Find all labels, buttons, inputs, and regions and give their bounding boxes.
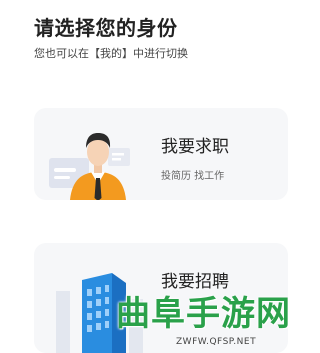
job-seeker-description: 投简历 找工作 (161, 171, 225, 182)
page-subtitle: 您也可以在【我的】中进行切换 (34, 47, 188, 60)
job-seeker-card[interactable]: 我要求职 投简历 找工作 (34, 108, 288, 200)
job-seeker-illustration (49, 133, 130, 200)
page-title: 请选择您的身份 (34, 16, 178, 40)
site-watermark-url: ZWFW.QFSP.NET (176, 337, 257, 347)
site-watermark: 曲阜手游网 (116, 294, 291, 334)
job-seeker-title: 我要求职 (161, 137, 229, 157)
